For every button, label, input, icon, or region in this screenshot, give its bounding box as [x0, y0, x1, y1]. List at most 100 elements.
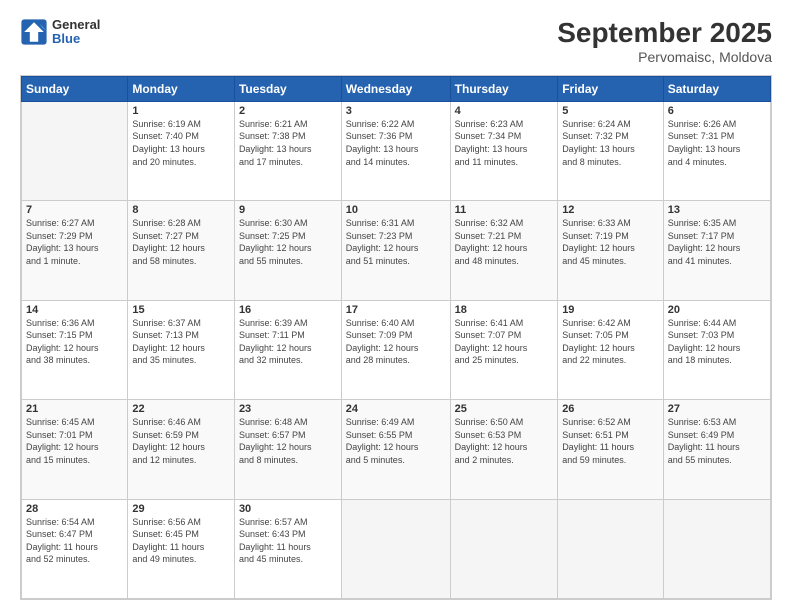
day-info: Sunrise: 6:46 AM Sunset: 6:59 PM Dayligh…: [132, 416, 230, 466]
day-number: 13: [668, 204, 766, 216]
logo-text: General Blue: [52, 18, 100, 47]
day-info: Sunrise: 6:56 AM Sunset: 6:45 PM Dayligh…: [132, 516, 230, 566]
day-number: 18: [455, 304, 554, 316]
calendar-week-5: 28Sunrise: 6:54 AM Sunset: 6:47 PM Dayli…: [22, 499, 771, 598]
calendar-cell: 17Sunrise: 6:40 AM Sunset: 7:09 PM Dayli…: [341, 300, 450, 399]
calendar-cell: 29Sunrise: 6:56 AM Sunset: 6:45 PM Dayli…: [128, 499, 235, 598]
calendar-week-4: 21Sunrise: 6:45 AM Sunset: 7:01 PM Dayli…: [22, 400, 771, 499]
day-number: 1: [132, 105, 230, 117]
page-header: General Blue September 2025 Pervomaisc, …: [20, 18, 772, 65]
day-info: Sunrise: 6:19 AM Sunset: 7:40 PM Dayligh…: [132, 118, 230, 168]
logo: General Blue: [20, 18, 100, 47]
day-number: 16: [239, 304, 337, 316]
calendar-cell: 4Sunrise: 6:23 AM Sunset: 7:34 PM Daylig…: [450, 101, 558, 200]
day-number: 27: [668, 403, 766, 415]
calendar-cell: 30Sunrise: 6:57 AM Sunset: 6:43 PM Dayli…: [234, 499, 341, 598]
day-number: 5: [562, 105, 659, 117]
day-number: 9: [239, 204, 337, 216]
day-number: 23: [239, 403, 337, 415]
day-info: Sunrise: 6:45 AM Sunset: 7:01 PM Dayligh…: [26, 416, 123, 466]
day-number: 25: [455, 403, 554, 415]
day-number: 6: [668, 105, 766, 117]
day-info: Sunrise: 6:42 AM Sunset: 7:05 PM Dayligh…: [562, 317, 659, 367]
day-number: 29: [132, 503, 230, 515]
day-info: Sunrise: 6:54 AM Sunset: 6:47 PM Dayligh…: [26, 516, 123, 566]
day-of-week-sunday: Sunday: [22, 76, 128, 101]
day-number: 21: [26, 403, 123, 415]
logo-line1: General: [52, 18, 100, 32]
calendar: SundayMondayTuesdayWednesdayThursdayFrid…: [20, 75, 772, 600]
location: Pervomaisc, Moldova: [557, 49, 772, 65]
calendar-cell: 18Sunrise: 6:41 AM Sunset: 7:07 PM Dayli…: [450, 300, 558, 399]
day-of-week-monday: Monday: [128, 76, 235, 101]
day-number: 10: [346, 204, 446, 216]
calendar-cell: [22, 101, 128, 200]
calendar-cell: [450, 499, 558, 598]
day-of-week-thursday: Thursday: [450, 76, 558, 101]
calendar-cell: 6Sunrise: 6:26 AM Sunset: 7:31 PM Daylig…: [663, 101, 770, 200]
calendar-cell: 23Sunrise: 6:48 AM Sunset: 6:57 PM Dayli…: [234, 400, 341, 499]
day-number: 8: [132, 204, 230, 216]
day-number: 24: [346, 403, 446, 415]
day-number: 26: [562, 403, 659, 415]
day-number: 7: [26, 204, 123, 216]
day-info: Sunrise: 6:49 AM Sunset: 6:55 PM Dayligh…: [346, 416, 446, 466]
day-info: Sunrise: 6:40 AM Sunset: 7:09 PM Dayligh…: [346, 317, 446, 367]
calendar-cell: 3Sunrise: 6:22 AM Sunset: 7:36 PM Daylig…: [341, 101, 450, 200]
day-info: Sunrise: 6:41 AM Sunset: 7:07 PM Dayligh…: [455, 317, 554, 367]
day-info: Sunrise: 6:44 AM Sunset: 7:03 PM Dayligh…: [668, 317, 766, 367]
day-number: 28: [26, 503, 123, 515]
calendar-week-3: 14Sunrise: 6:36 AM Sunset: 7:15 PM Dayli…: [22, 300, 771, 399]
day-number: 2: [239, 105, 337, 117]
day-info: Sunrise: 6:27 AM Sunset: 7:29 PM Dayligh…: [26, 217, 123, 267]
day-info: Sunrise: 6:30 AM Sunset: 7:25 PM Dayligh…: [239, 217, 337, 267]
day-info: Sunrise: 6:23 AM Sunset: 7:34 PM Dayligh…: [455, 118, 554, 168]
day-number: 30: [239, 503, 337, 515]
calendar-cell: 10Sunrise: 6:31 AM Sunset: 7:23 PM Dayli…: [341, 201, 450, 300]
day-info: Sunrise: 6:22 AM Sunset: 7:36 PM Dayligh…: [346, 118, 446, 168]
calendar-cell: [341, 499, 450, 598]
calendar-cell: 7Sunrise: 6:27 AM Sunset: 7:29 PM Daylig…: [22, 201, 128, 300]
day-info: Sunrise: 6:21 AM Sunset: 7:38 PM Dayligh…: [239, 118, 337, 168]
calendar-cell: 28Sunrise: 6:54 AM Sunset: 6:47 PM Dayli…: [22, 499, 128, 598]
day-info: Sunrise: 6:48 AM Sunset: 6:57 PM Dayligh…: [239, 416, 337, 466]
calendar-cell: 26Sunrise: 6:52 AM Sunset: 6:51 PM Dayli…: [558, 400, 664, 499]
calendar-cell: [558, 499, 664, 598]
calendar-cell: 22Sunrise: 6:46 AM Sunset: 6:59 PM Dayli…: [128, 400, 235, 499]
day-of-week-tuesday: Tuesday: [234, 76, 341, 101]
day-number: 15: [132, 304, 230, 316]
calendar-cell: 20Sunrise: 6:44 AM Sunset: 7:03 PM Dayli…: [663, 300, 770, 399]
day-number: 3: [346, 105, 446, 117]
day-of-week-wednesday: Wednesday: [341, 76, 450, 101]
calendar-cell: 13Sunrise: 6:35 AM Sunset: 7:17 PM Dayli…: [663, 201, 770, 300]
month-year: September 2025: [557, 18, 772, 49]
day-number: 12: [562, 204, 659, 216]
calendar-cell: 8Sunrise: 6:28 AM Sunset: 7:27 PM Daylig…: [128, 201, 235, 300]
calendar-body: 1Sunrise: 6:19 AM Sunset: 7:40 PM Daylig…: [22, 101, 771, 598]
calendar-cell: 24Sunrise: 6:49 AM Sunset: 6:55 PM Dayli…: [341, 400, 450, 499]
day-info: Sunrise: 6:53 AM Sunset: 6:49 PM Dayligh…: [668, 416, 766, 466]
calendar-cell: 11Sunrise: 6:32 AM Sunset: 7:21 PM Dayli…: [450, 201, 558, 300]
day-info: Sunrise: 6:37 AM Sunset: 7:13 PM Dayligh…: [132, 317, 230, 367]
day-info: Sunrise: 6:32 AM Sunset: 7:21 PM Dayligh…: [455, 217, 554, 267]
calendar-cell: 15Sunrise: 6:37 AM Sunset: 7:13 PM Dayli…: [128, 300, 235, 399]
calendar-cell: [663, 499, 770, 598]
day-info: Sunrise: 6:52 AM Sunset: 6:51 PM Dayligh…: [562, 416, 659, 466]
calendar-cell: 19Sunrise: 6:42 AM Sunset: 7:05 PM Dayli…: [558, 300, 664, 399]
day-of-week-saturday: Saturday: [663, 76, 770, 101]
calendar-cell: 9Sunrise: 6:30 AM Sunset: 7:25 PM Daylig…: [234, 201, 341, 300]
day-info: Sunrise: 6:24 AM Sunset: 7:32 PM Dayligh…: [562, 118, 659, 168]
calendar-cell: 12Sunrise: 6:33 AM Sunset: 7:19 PM Dayli…: [558, 201, 664, 300]
day-info: Sunrise: 6:39 AM Sunset: 7:11 PM Dayligh…: [239, 317, 337, 367]
day-info: Sunrise: 6:57 AM Sunset: 6:43 PM Dayligh…: [239, 516, 337, 566]
day-number: 20: [668, 304, 766, 316]
day-info: Sunrise: 6:28 AM Sunset: 7:27 PM Dayligh…: [132, 217, 230, 267]
day-info: Sunrise: 6:50 AM Sunset: 6:53 PM Dayligh…: [455, 416, 554, 466]
calendar-cell: 21Sunrise: 6:45 AM Sunset: 7:01 PM Dayli…: [22, 400, 128, 499]
day-info: Sunrise: 6:33 AM Sunset: 7:19 PM Dayligh…: [562, 217, 659, 267]
day-number: 4: [455, 105, 554, 117]
calendar-header-row: SundayMondayTuesdayWednesdayThursdayFrid…: [22, 76, 771, 101]
day-number: 17: [346, 304, 446, 316]
calendar-cell: 16Sunrise: 6:39 AM Sunset: 7:11 PM Dayli…: [234, 300, 341, 399]
day-info: Sunrise: 6:35 AM Sunset: 7:17 PM Dayligh…: [668, 217, 766, 267]
